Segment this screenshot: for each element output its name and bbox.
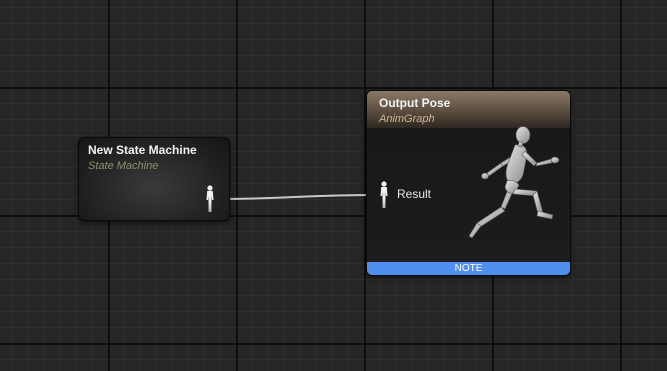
node-title: New State Machine <box>88 143 197 157</box>
pose-input-pin-icon[interactable] <box>379 181 389 214</box>
node-subtitle: State Machine <box>88 160 159 172</box>
output-pose-node[interactable]: Output Pose AnimGraph Result NOTE <box>366 90 571 276</box>
node-body: Result <box>367 126 570 264</box>
note-bar[interactable]: NOTE <box>367 262 570 275</box>
node-subtitle: AnimGraph <box>379 113 435 125</box>
state-machine-node[interactable]: New State Machine State Machine <box>78 137 230 221</box>
node-title: Output Pose <box>379 96 451 110</box>
pose-output-pin-icon[interactable] <box>205 185 215 218</box>
anim-graph-canvas[interactable]: New State Machine State Machine Output P… <box>0 0 667 371</box>
result-pin-label: Result <box>397 187 432 201</box>
running-mannequin-icon <box>457 123 570 258</box>
